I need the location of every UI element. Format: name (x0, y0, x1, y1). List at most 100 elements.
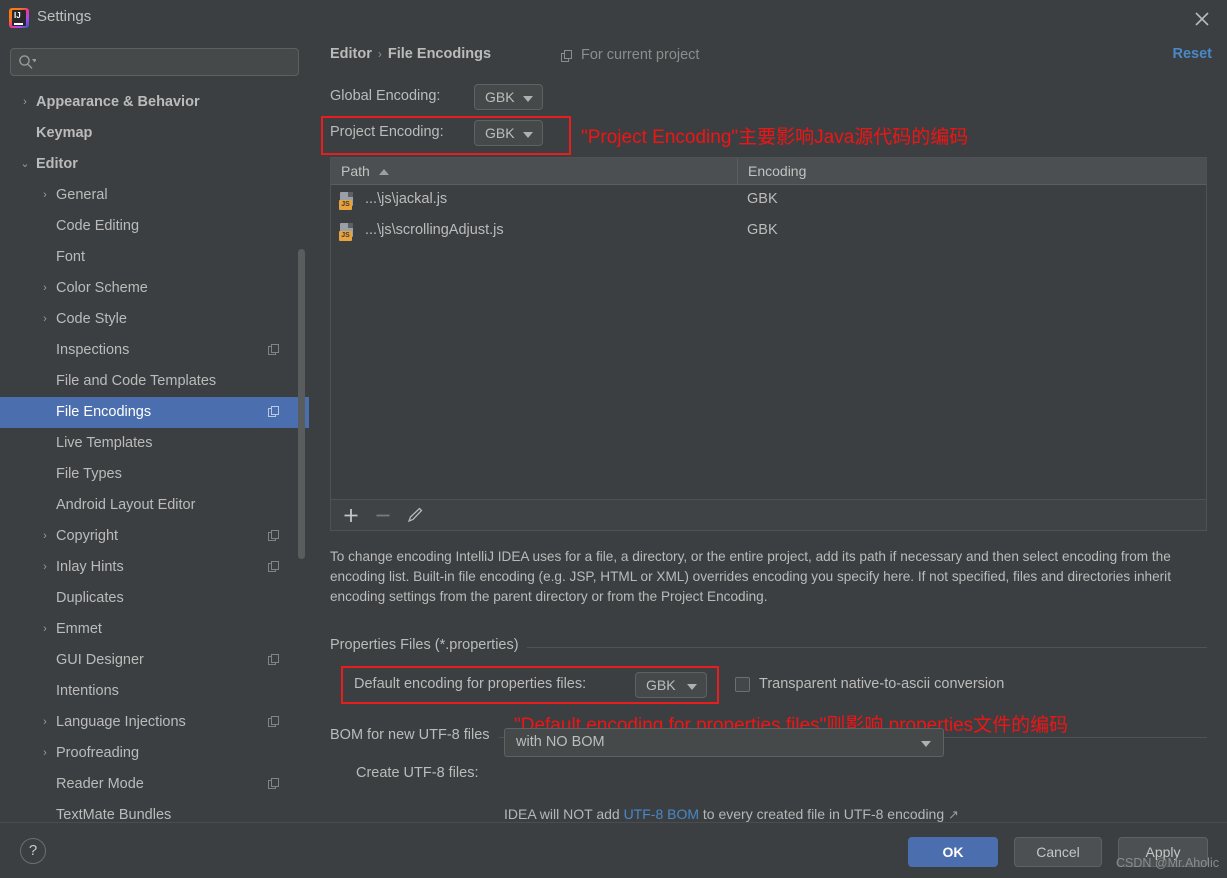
chevron-right-icon[interactable]: › (38, 552, 52, 583)
table-toolbar (330, 500, 1207, 531)
project-scope-icon (268, 716, 280, 728)
watermark: CSDN @Mr.Aholic (1116, 856, 1219, 870)
table-header: Path Encoding (331, 158, 1206, 185)
project-scope-icon (268, 406, 280, 418)
sidebar-item-label: Reader Mode (56, 776, 144, 792)
settings-tree[interactable]: › Appearance & Behavior Keymap ⌄ Editor › Gene… (0, 87, 309, 822)
js-file-icon: JS (339, 223, 356, 241)
cancel-button[interactable]: Cancel (1014, 837, 1102, 867)
sidebar-item-android-layout-editor[interactable]: Android Layout Editor (0, 490, 309, 521)
chevron-down-icon[interactable]: ⌄ (18, 149, 32, 180)
sidebar-scrollbar[interactable] (298, 249, 305, 559)
project-encoding-combo[interactable]: GBK (474, 120, 543, 146)
sidebar-item-label: File Encodings (56, 404, 152, 420)
sidebar-item-intentions[interactable]: Intentions (0, 676, 309, 707)
sidebar-item-label: Intentions (56, 683, 119, 699)
sidebar-item-label: TextMate Bundles (56, 807, 172, 822)
sidebar-item-general[interactable]: › General (0, 180, 309, 211)
create-utf8-files-label: Create UTF-8 files: (356, 765, 479, 781)
table-row[interactable]: JS ...\js\scrollingAdjust.js GBK (331, 216, 1206, 247)
sidebar-item-label: Emmet (56, 621, 102, 637)
breadcrumb: Editor › File Encodings (330, 46, 491, 62)
sidebar-item-color-scheme[interactable]: › Color Scheme (0, 273, 309, 304)
sidebar-item-label: Copyright (56, 528, 119, 544)
table-cell-encoding-text: GBK (747, 222, 778, 238)
sidebar-item-label: Color Scheme (56, 280, 148, 296)
sidebar-item-label: Code Editing (56, 218, 140, 234)
copy-stack-icon (561, 50, 574, 63)
chevron-right-icon[interactable]: › (38, 738, 52, 769)
sidebar-item-inlay-hints[interactable]: › Inlay Hints (0, 552, 309, 583)
chevron-right-icon[interactable]: › (38, 614, 52, 645)
transparent-native-to-ascii-label: Transparent native-to-ascii conversion (759, 676, 1005, 692)
bom-hint: IDEA will NOT add UTF-8 BOM to every cre… (504, 806, 959, 823)
breadcrumb-root[interactable]: Editor (330, 46, 372, 62)
sidebar-item-inspections[interactable]: Inspections (0, 335, 309, 366)
bom-section-title: BOM for new UTF-8 files (330, 727, 498, 743)
chevron-right-icon[interactable]: › (18, 87, 32, 118)
sidebar-item-label: Appearance & Behavior (36, 94, 200, 110)
sidebar-item-live-templates[interactable]: Live Templates (0, 428, 309, 459)
create-utf8-files-combo[interactable]: with NO BOM (504, 728, 944, 757)
sidebar-item-textmate-bundles[interactable]: TextMate Bundles (0, 800, 309, 822)
chevron-right-icon[interactable]: › (38, 304, 52, 335)
sidebar-item-file-encodings[interactable]: File Encodings (0, 397, 309, 428)
sidebar-item-editor[interactable]: ⌄ Editor (0, 149, 309, 180)
chevron-down-icon (687, 684, 697, 690)
bom-hint-suffix: to every created file in UTF-8 encoding (699, 806, 945, 822)
sidebar-item-copyright[interactable]: › Copyright (0, 521, 309, 552)
search-input[interactable] (10, 48, 299, 76)
title-bar: IJ Settings (0, 0, 1227, 37)
sidebar-item-code-style[interactable]: › Code Style (0, 304, 309, 335)
chevron-right-icon[interactable]: › (38, 180, 52, 211)
create-utf8-files-value: with NO BOM (516, 734, 605, 750)
global-encoding-combo[interactable]: GBK (474, 84, 543, 110)
ok-button[interactable]: OK (908, 837, 998, 867)
search-icon (18, 54, 37, 70)
default-properties-encoding-combo[interactable]: GBK (635, 672, 707, 698)
window-title: Settings (37, 8, 92, 25)
sidebar-item-file-and-code-templates[interactable]: File and Code Templates (0, 366, 309, 397)
annotation-project-encoding: "Project Encoding"主要影响Java源代码的编码 (581, 127, 969, 148)
table-row[interactable]: JS ...\js\jackal.js GBK (331, 185, 1206, 216)
column-header-encoding[interactable]: Encoding (737, 158, 1208, 185)
sidebar-item-keymap[interactable]: Keymap (0, 118, 309, 149)
column-header-path[interactable]: Path (331, 158, 737, 185)
sidebar-item-appearance-behavior[interactable]: › Appearance & Behavior (0, 87, 309, 118)
project-encoding-label: Project Encoding: (330, 124, 444, 140)
chevron-right-icon[interactable]: › (38, 273, 52, 304)
external-link-icon: ↗ (948, 807, 959, 822)
sidebar-item-font[interactable]: Font (0, 242, 309, 273)
add-button[interactable] (339, 504, 363, 527)
sidebar-item-reader-mode[interactable]: Reader Mode (0, 769, 309, 800)
project-encoding-value: GBK (485, 125, 515, 141)
chevron-right-icon[interactable]: › (38, 707, 52, 738)
sidebar-item-label: GUI Designer (56, 652, 144, 668)
chevron-right-icon[interactable]: › (38, 521, 52, 552)
sidebar-item-code-editing[interactable]: Code Editing (0, 211, 309, 242)
transparent-native-to-ascii-checkbox[interactable] (735, 677, 750, 692)
sidebar-item-proofreading[interactable]: › Proofreading (0, 738, 309, 769)
search-field-wrapper[interactable] (10, 48, 299, 76)
reset-link[interactable]: Reset (1173, 46, 1213, 62)
table-cell-encoding-text: GBK (747, 191, 778, 207)
close-icon[interactable] (1191, 8, 1213, 30)
sidebar-item-gui-designer[interactable]: GUI Designer (0, 645, 309, 676)
for-current-project-label: For current project (561, 47, 699, 63)
utf8-bom-link[interactable]: UTF-8 BOM (624, 806, 699, 822)
sidebar-item-duplicates[interactable]: Duplicates (0, 583, 309, 614)
properties-section-divider (527, 647, 1207, 648)
sidebar-item-label: Inspections (56, 342, 130, 358)
intellij-logo-icon: IJ (9, 8, 29, 28)
sidebar-item-language-injections[interactable]: › Language Injections (0, 707, 309, 738)
project-scope-icon (268, 778, 280, 790)
edit-button[interactable] (403, 504, 427, 527)
project-scope-icon (268, 344, 280, 356)
project-scope-icon (268, 530, 280, 542)
sidebar-item-file-types[interactable]: File Types (0, 459, 309, 490)
sidebar-item-emmet[interactable]: › Emmet (0, 614, 309, 645)
sidebar-item-label: Language Injections (56, 714, 186, 730)
remove-button[interactable] (371, 504, 395, 527)
help-button[interactable]: ? (20, 838, 46, 864)
table-cell-path-text: ...\js\scrollingAdjust.js (365, 222, 504, 238)
